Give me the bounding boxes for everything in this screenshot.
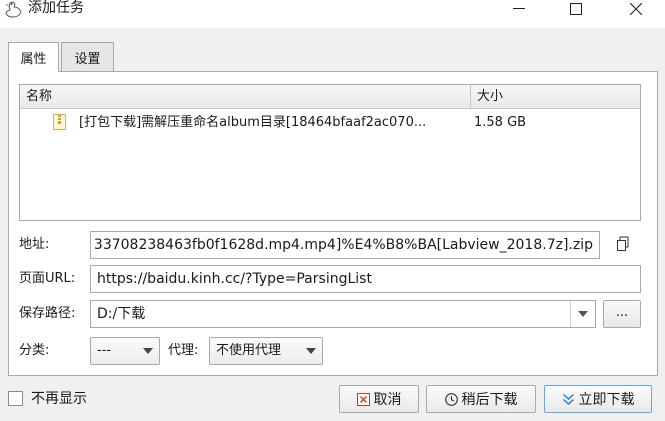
download-now-button[interactable]: 立即下载 <box>544 385 652 413</box>
archive-icon <box>53 114 66 130</box>
save-path-input[interactable]: D:/下载 <box>90 300 596 328</box>
window-title: 添加任务 <box>28 0 84 16</box>
double-chevron-down-icon <box>562 393 574 405</box>
page-url-input[interactable]: https://baidu.kinh.cc/?Type=ParsingList <box>90 265 641 293</box>
cancel-label: 取消 <box>373 392 402 408</box>
file-size: 1.58 GB <box>474 115 527 130</box>
maximize-button[interactable] <box>553 0 599 18</box>
file-list[interactable]: 名称 大小 [打包下载]需解压重命名album目录[18464bfaaf2ac0… <box>19 84 641 221</box>
copy-icon[interactable] <box>616 236 630 252</box>
url-label: 地址: <box>19 237 50 252</box>
dont-show-label[interactable]: 不再显示 <box>31 389 87 409</box>
url-input[interactable]: 33708238463fb0f1628d.mp4.mp4]%E4%B8%BA[L… <box>90 231 600 259</box>
clock-icon <box>444 392 458 406</box>
title-bar: 添加任务 <box>0 0 665 28</box>
category-label: 分类: <box>19 343 50 358</box>
cancel-button[interactable]: 取消 <box>339 385 419 413</box>
goose-icon <box>4 0 24 20</box>
dont-show-checkbox[interactable] <box>8 391 23 406</box>
proxy-select[interactable]: 不使用代理 <box>209 337 323 365</box>
chevron-down-icon <box>306 348 316 354</box>
save-path-label: 保存路径: <box>19 306 76 321</box>
proxy-label: 代理: <box>168 343 199 358</box>
close-button[interactable] <box>613 0 659 18</box>
category-select[interactable]: --- <box>90 337 160 365</box>
cancel-icon <box>356 392 370 406</box>
proxy-value: 不使用代理 <box>216 343 282 358</box>
tab-settings[interactable]: 设置 <box>61 42 114 71</box>
minimize-button[interactable] <box>496 0 542 18</box>
url-value: 33708238463fb0f1628d.mp4.mp4]%E4%B8%BA[L… <box>93 237 593 253</box>
download-later-button[interactable]: 稍后下载 <box>426 385 536 413</box>
list-header: 名称 大小 <box>20 85 640 109</box>
file-name: [打包下载]需解压重命名album目录[18464bfaaf2ac070... <box>79 115 427 130</box>
column-header-name[interactable]: 名称 <box>20 85 471 109</box>
chevron-down-icon <box>143 348 153 354</box>
now-label: 立即下载 <box>578 392 635 408</box>
column-header-size[interactable]: 大小 <box>471 85 640 109</box>
later-label: 稍后下载 <box>461 392 518 408</box>
page-url-label: 页面URL: <box>19 271 76 286</box>
browse-button[interactable]: ... <box>603 300 641 328</box>
list-item[interactable]: [打包下载]需解压重命名album目录[18464bfaaf2ac070... … <box>20 112 640 134</box>
tab-properties[interactable]: 属性 <box>8 42 59 72</box>
chevron-down-icon <box>578 311 588 317</box>
category-value: --- <box>97 343 112 358</box>
save-path-dropdown-button[interactable] <box>570 301 595 327</box>
